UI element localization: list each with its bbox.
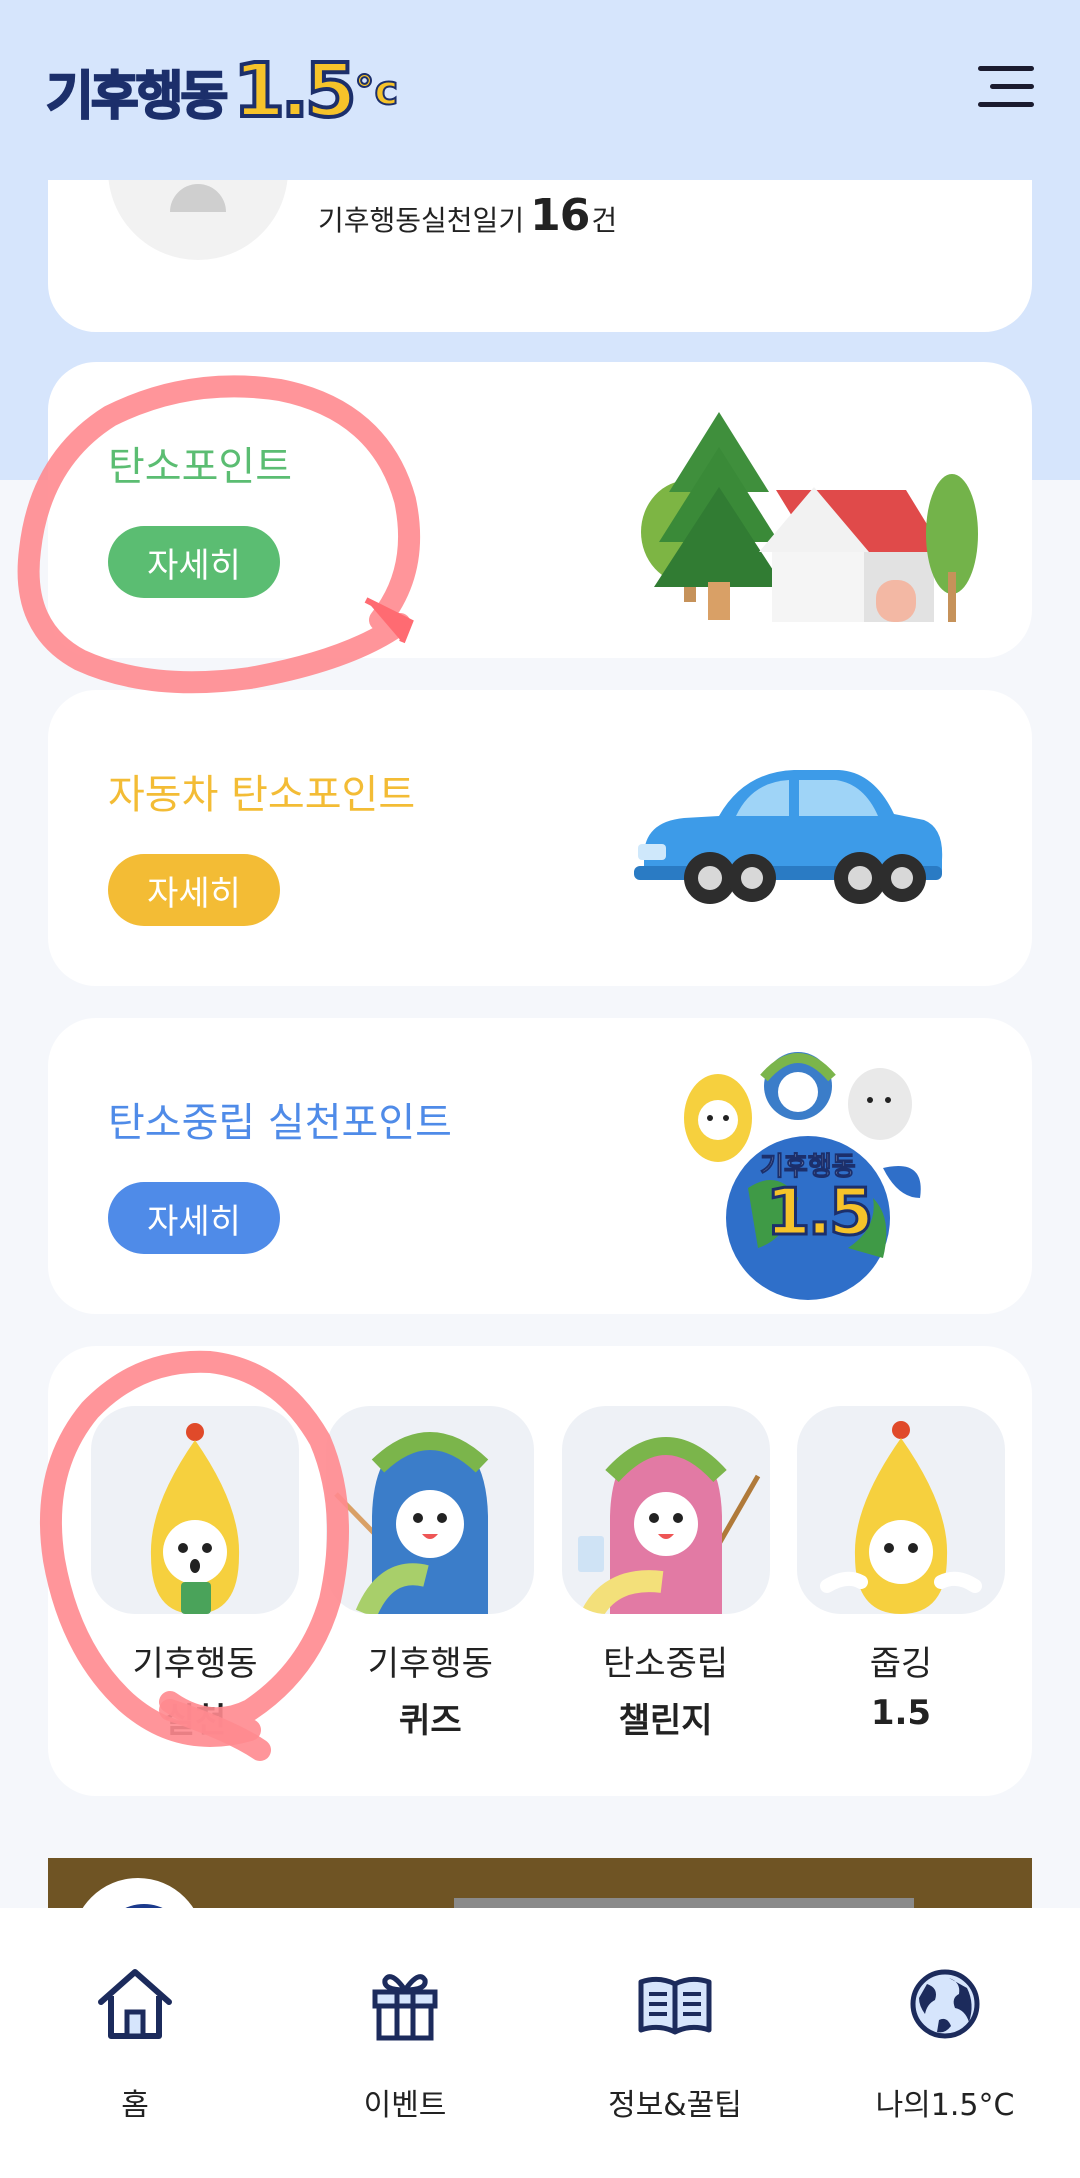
diary-label: 기후행동실천일기	[318, 204, 525, 237]
avatar[interactable]	[108, 180, 288, 260]
house-trees-illustration	[641, 412, 978, 622]
menu-label-line1: 탄소중립	[603, 1644, 729, 1684]
carbon-neutral-point-card[interactable]: 탄소중립 실천포인트 자세히 기후행동 1.5	[48, 1018, 1032, 1314]
quick-menu-grid: 기후행동 실천 기후행동 퀴즈 탄소중립 챌린지 줍깅 1.5	[88, 1406, 1008, 1742]
profile-summary-card: 기후행동실천일기 16 건	[48, 180, 1032, 332]
menu-label-line2: 실천	[163, 1701, 227, 1741]
menu-label-line1: 기후행동	[367, 1644, 493, 1684]
app-logo[interactable]: 기후행동 1.5 °c	[45, 46, 399, 136]
home-icon	[98, 1969, 172, 2039]
detail-button[interactable]: 자세히	[108, 1182, 280, 1254]
nav-home[interactable]: 홈	[0, 1908, 270, 2178]
hamburger-menu-icon[interactable]	[978, 64, 1034, 112]
menu-climate-quiz[interactable]: 기후행동 퀴즈	[323, 1406, 537, 1742]
globe-icon	[910, 1969, 980, 2039]
diary-count: 16	[530, 190, 590, 241]
quick-menu-card: 기후행동 실천 기후행동 퀴즈 탄소중립 챌린지 줍깅 1.5	[48, 1346, 1032, 1796]
blue-mascot-pointer-icon	[326, 1406, 535, 1614]
menu-carbon-challenge[interactable]: 탄소중립 챌린지	[559, 1406, 773, 1742]
yellow-mascot-checklist-icon	[91, 1406, 299, 1614]
nav-label: 이벤트	[363, 2088, 447, 2123]
menu-climate-action[interactable]: 기후행동 실천	[88, 1406, 302, 1742]
yellow-mascot-waving-icon	[796, 1406, 1005, 1614]
gift-icon	[372, 1974, 438, 2041]
logo-unit: °c	[353, 67, 399, 115]
nav-label: 홈	[121, 2088, 149, 2123]
pink-mascot-pointer-icon	[561, 1406, 770, 1614]
nav-event[interactable]: 이벤트	[270, 1908, 540, 2178]
nav-label: 정보&꿀팁	[608, 2088, 742, 2123]
menu-label-line1: 줍깅	[869, 1644, 933, 1684]
detail-button[interactable]: 자세히	[108, 854, 280, 926]
app-header: 기후행동 1.5 °c	[0, 0, 1080, 180]
diary-count-row[interactable]: 기후행동실천일기 16 건	[318, 190, 617, 241]
nav-info-tips[interactable]: 정보&꿀팁	[540, 1908, 810, 2178]
menu-label-line2: 퀴즈	[399, 1701, 462, 1741]
globe-badge-number: 1.5	[764, 1175, 874, 1252]
book-icon	[638, 1976, 712, 2035]
diary-unit: 건	[591, 204, 618, 237]
menu-plogging[interactable]: 줍깅 1.5	[794, 1406, 1008, 1742]
detail-button[interactable]: 자세히	[108, 526, 280, 598]
nav-label: 나의1.5°C	[875, 2088, 1015, 2123]
menu-label-line2: 챌린지	[618, 1701, 713, 1741]
car-carbon-point-card[interactable]: 자동차 탄소포인트 자세히	[48, 690, 1032, 986]
bottom-navigation: 홈 이벤트 정보&꿀팁 나의1.5°C	[0, 1908, 1080, 2178]
nav-my-page[interactable]: 나의1.5°C	[810, 1908, 1080, 2178]
logo-number: 1.5	[231, 46, 358, 136]
card-title: 탄소포인트	[108, 444, 292, 490]
card-title: 자동차 탄소포인트	[108, 772, 416, 818]
car-illustration	[634, 770, 943, 904]
card-title: 탄소중립 실천포인트	[108, 1100, 452, 1146]
carbon-point-card[interactable]: 탄소포인트 자세히	[48, 362, 1032, 658]
menu-label-line2: 1.5	[870, 1693, 932, 1733]
logo-text: 기후행동	[45, 66, 229, 128]
menu-label-line1: 기후행동	[132, 1644, 258, 1684]
